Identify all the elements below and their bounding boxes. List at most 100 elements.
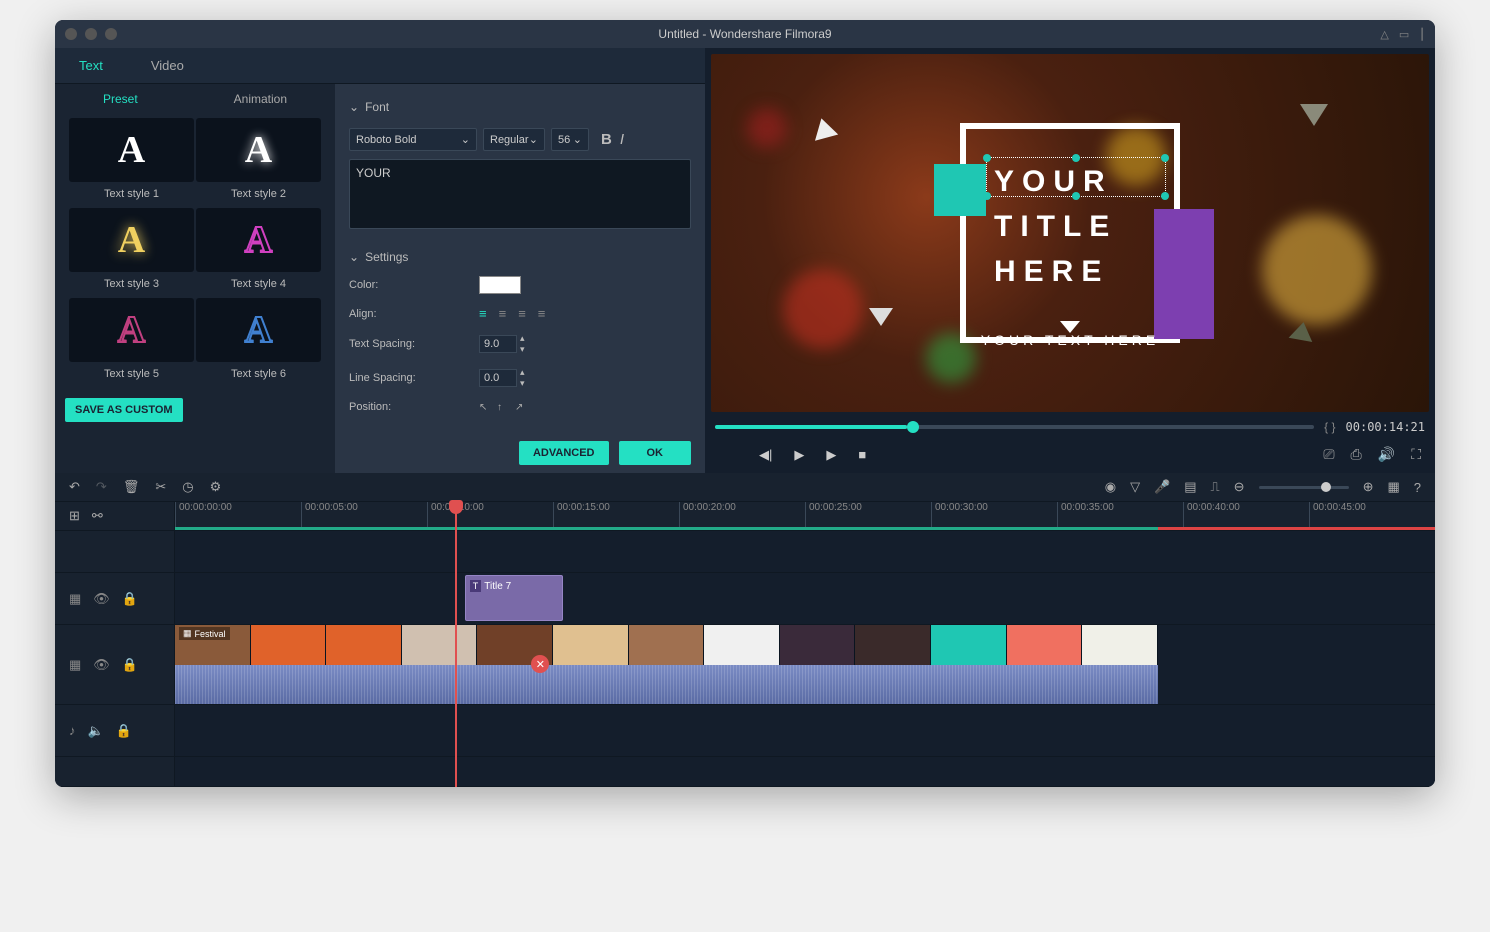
lock-icon[interactable]: 🔒 xyxy=(122,657,138,673)
chevron-down-icon: ⌄ xyxy=(349,250,359,264)
clip-thumbnail xyxy=(326,625,402,665)
clip-thumbnail xyxy=(1007,625,1083,665)
color-swatch[interactable] xyxy=(479,276,521,294)
timeline-view-icon[interactable]: ▦ xyxy=(1387,479,1399,495)
delete-button[interactable]: 🗑 xyxy=(123,479,140,495)
zoom-out-icon[interactable]: ⊖ xyxy=(1234,479,1245,495)
clip-thumbnail xyxy=(1082,625,1158,665)
next-frame-button[interactable]: ▶ xyxy=(826,447,836,463)
title-clip[interactable]: TTitle 7 xyxy=(465,575,563,621)
adjust-button[interactable]: ⚙ xyxy=(210,479,222,495)
zoom-slider[interactable] xyxy=(1259,486,1349,489)
text-style-3[interactable]: AText style 3 xyxy=(69,208,194,296)
preview-scrubber[interactable] xyxy=(715,425,1314,429)
text-spacing-label: Text Spacing: xyxy=(349,338,479,350)
selection-box[interactable] xyxy=(986,157,1166,197)
mute-icon[interactable]: 🔈 xyxy=(88,723,104,739)
prev-frame-button[interactable]: ◀| xyxy=(759,447,772,463)
text-style-4[interactable]: AText style 4 xyxy=(196,208,321,296)
lock-icon[interactable]: 🔒 xyxy=(116,723,132,739)
minimize-window[interactable] xyxy=(85,28,97,40)
video-track[interactable]: ▦Festival ✕ xyxy=(175,625,1435,704)
align-center-button[interactable]: ≡ xyxy=(499,306,507,321)
preview-timecode: 00:00:14:21 xyxy=(1346,420,1425,434)
link-icon[interactable]: ⚯ xyxy=(92,508,103,524)
subtab-preset[interactable]: Preset xyxy=(103,92,138,106)
font-size-select[interactable]: 56⌄ xyxy=(551,128,589,151)
snapshot-icon[interactable]: ⎙ xyxy=(1351,446,1362,463)
marker-icon[interactable]: ▽ xyxy=(1130,479,1140,495)
accent-shape xyxy=(1300,104,1328,126)
align-label: Align: xyxy=(349,308,479,320)
ok-button[interactable]: OK xyxy=(619,441,692,465)
menu-icon[interactable]: ⎮ xyxy=(1419,28,1425,41)
voiceover-icon[interactable]: 🎤 xyxy=(1154,479,1170,495)
settings-section-header[interactable]: ⌄ Settings xyxy=(349,244,691,270)
quality-icon[interactable]: ⎚ xyxy=(1323,446,1334,463)
close-window[interactable] xyxy=(65,28,77,40)
text-style-1[interactable]: AText style 1 xyxy=(69,118,194,206)
stepper-icon[interactable]: ▴▾ xyxy=(517,333,525,355)
clip-thumbnail xyxy=(704,625,780,665)
user-icon[interactable]: △ xyxy=(1380,28,1388,41)
accent-shape xyxy=(869,308,893,326)
messages-icon[interactable]: ▭ xyxy=(1399,28,1409,41)
position-grid[interactable]: ↖↑↗ xyxy=(479,402,529,413)
save-as-custom-button[interactable]: SAVE AS CUSTOM xyxy=(65,398,183,422)
loop-brackets-icon[interactable]: { } xyxy=(1324,420,1335,434)
advanced-button[interactable]: ADVANCED xyxy=(519,441,609,465)
line-spacing-input[interactable] xyxy=(479,369,517,387)
playhead[interactable] xyxy=(455,502,457,787)
title-frame[interactable]: YOUR TITLE HERE xyxy=(960,123,1180,343)
timeline-ruler[interactable]: 00:00:00:00 00:00:05:00 00:00:10:00 00:0… xyxy=(175,502,1435,530)
clip-thumbnail xyxy=(251,625,327,665)
font-weight-select[interactable]: Regular⌄ xyxy=(483,128,545,151)
visibility-icon[interactable]: 👁 xyxy=(93,591,110,607)
text-content-input[interactable]: YOUR xyxy=(349,159,691,229)
subtab-animation[interactable]: Animation xyxy=(234,92,287,106)
video-clip[interactable]: ▦Festival xyxy=(175,625,1158,704)
text-style-6[interactable]: AText style 6 xyxy=(196,298,321,386)
text-clip-icon: T xyxy=(470,580,482,592)
titlebar: Untitled - Wondershare Filmora9 △ ▭ ⎮ xyxy=(55,20,1435,48)
visibility-icon[interactable]: 👁 xyxy=(93,657,110,673)
align-justify-button[interactable]: ≡ xyxy=(538,306,546,321)
split-button[interactable]: ✂ xyxy=(155,479,166,495)
clip-thumbnail xyxy=(931,625,1007,665)
title-track[interactable]: TTitle 7 xyxy=(175,573,1435,624)
align-left-button[interactable]: ≡ xyxy=(479,306,487,321)
font-section-header[interactable]: ⌄ Font xyxy=(349,94,691,120)
font-family-select[interactable]: Roboto Bold⌄ xyxy=(349,128,477,151)
speed-button[interactable]: ◷ xyxy=(182,479,193,495)
add-track-icon[interactable]: ⊞ xyxy=(69,508,80,524)
zoom-in-icon[interactable]: ⊕ xyxy=(1363,479,1374,495)
bold-button[interactable]: B xyxy=(601,131,612,148)
preview-canvas[interactable]: YOUR TITLE HERE YOUR TEXT HERE xyxy=(711,54,1429,412)
stop-button[interactable]: ■ xyxy=(858,447,866,463)
maximize-window[interactable] xyxy=(105,28,117,40)
undo-button[interactable]: ↶ xyxy=(69,479,80,495)
mixer-icon[interactable]: ▤ xyxy=(1184,479,1196,495)
play-button[interactable]: ▶ xyxy=(794,447,804,463)
lock-icon[interactable]: 🔒 xyxy=(122,591,138,607)
audio-track[interactable] xyxy=(175,705,1435,756)
text-spacing-input[interactable] xyxy=(479,335,517,353)
text-style-2[interactable]: AText style 2 xyxy=(196,118,321,206)
italic-button[interactable]: I xyxy=(620,131,624,148)
redo-button[interactable]: ↷ xyxy=(96,479,107,495)
volume-icon[interactable]: 🔊 xyxy=(1378,446,1395,463)
align-right-button[interactable]: ≡ xyxy=(518,306,526,321)
tab-text[interactable]: Text xyxy=(55,48,127,83)
fullscreen-icon[interactable]: ⛶ xyxy=(1411,446,1421,463)
crop-icon[interactable]: ⎍ xyxy=(1211,479,1220,495)
playhead-marker-icon[interactable]: ✕ xyxy=(531,655,549,673)
accent-shape xyxy=(1289,320,1316,342)
render-icon[interactable]: ◉ xyxy=(1105,479,1116,495)
text-style-5[interactable]: AText style 5 xyxy=(69,298,194,386)
clip-thumbnail xyxy=(855,625,931,665)
tab-video[interactable]: Video xyxy=(127,48,208,83)
window-title: Untitled - Wondershare Filmora9 xyxy=(658,27,831,41)
position-label: Position: xyxy=(349,401,479,413)
help-icon[interactable]: ? xyxy=(1414,480,1421,495)
stepper-icon[interactable]: ▴▾ xyxy=(517,367,525,389)
